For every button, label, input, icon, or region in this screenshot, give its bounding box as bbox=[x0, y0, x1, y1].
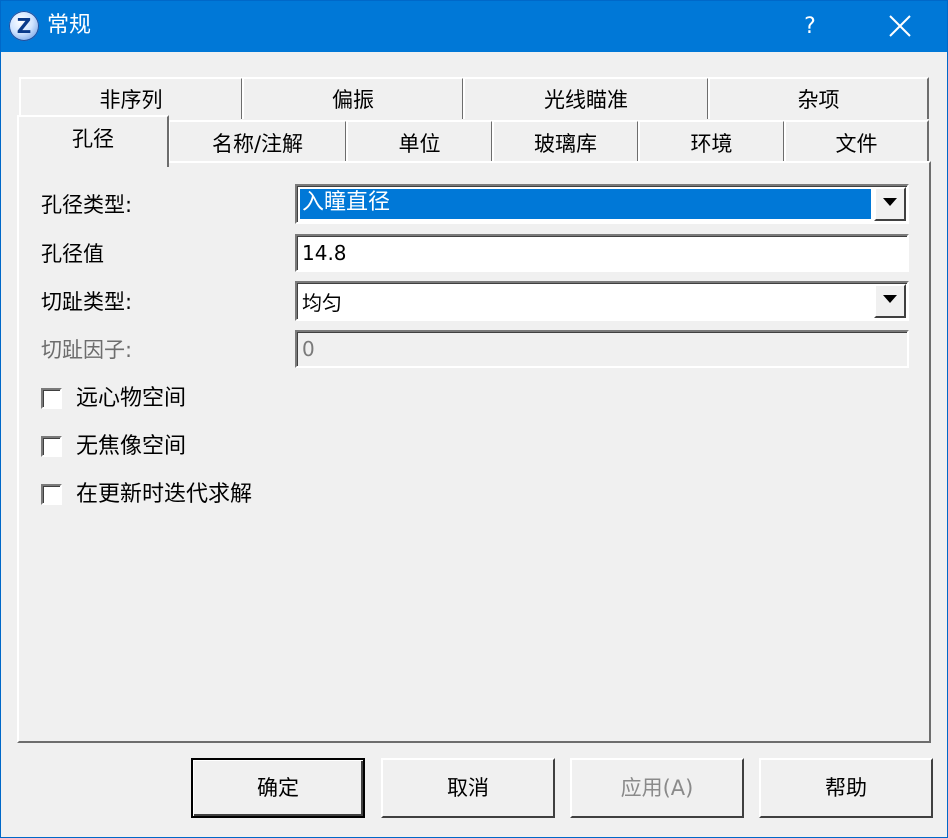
chevron-down-icon bbox=[883, 295, 897, 303]
apodization-factor-text: 0 bbox=[302, 337, 315, 361]
iterate-solves-checkbox[interactable] bbox=[41, 484, 62, 505]
apodization-type-select[interactable]: 均匀 bbox=[295, 281, 909, 321]
title-bar[interactable]: Z 常规 ? bbox=[1, 1, 947, 52]
help-question-button[interactable]: ? bbox=[787, 1, 833, 52]
apodization-type-label: 切趾类型: bbox=[41, 290, 133, 314]
aperture-type-select[interactable]: 入瞳直径 bbox=[295, 184, 909, 224]
tab-title-notes[interactable]: 名称/注解 bbox=[168, 120, 347, 162]
tab-miscellaneous[interactable]: 杂项 bbox=[708, 77, 929, 119]
telecentric-object-space-checkbox[interactable] bbox=[41, 388, 62, 409]
ok-button[interactable]: 确定 bbox=[191, 758, 365, 818]
tab-units[interactable]: 单位 bbox=[346, 120, 493, 162]
aperture-value-label: 孔径值 bbox=[41, 242, 104, 266]
tab-environment[interactable]: 环境 bbox=[638, 120, 785, 162]
apodization-type-dropdown-button[interactable] bbox=[874, 284, 906, 318]
tab-non-sequential[interactable]: 非序列 bbox=[19, 77, 243, 119]
tab-aperture[interactable]: 孔径 bbox=[17, 115, 169, 167]
aperture-value-input[interactable]: 14.8 bbox=[295, 234, 909, 272]
telecentric-object-space-label: 远心物空间 bbox=[76, 386, 187, 411]
afocal-image-space-label: 无焦像空间 bbox=[76, 434, 187, 459]
help-button[interactable]: 帮助 bbox=[759, 758, 933, 818]
apodization-factor-label: 切趾因子: bbox=[41, 338, 133, 362]
tab-polarization[interactable]: 偏振 bbox=[242, 77, 464, 119]
iterate-solves-label: 在更新时迭代求解 bbox=[76, 482, 253, 507]
chevron-down-icon bbox=[883, 198, 897, 206]
tab-ray-aiming[interactable]: 光线瞄准 bbox=[463, 77, 709, 119]
aperture-type-label: 孔径类型: bbox=[41, 193, 133, 217]
window-title: 常规 bbox=[47, 13, 92, 38]
tab-glass-catalogs[interactable]: 玻璃库 bbox=[492, 120, 639, 162]
aperture-value-text: 14.8 bbox=[302, 241, 347, 265]
apodization-factor-input: 0 bbox=[295, 330, 909, 368]
afocal-image-space-checkbox[interactable] bbox=[41, 436, 62, 457]
cancel-button[interactable]: 取消 bbox=[381, 758, 555, 818]
close-button[interactable] bbox=[875, 1, 925, 52]
apply-button: 应用(A) bbox=[570, 758, 744, 818]
zemax-app-icon: Z bbox=[9, 11, 39, 41]
close-icon bbox=[889, 15, 911, 37]
dialog-window: Z 常规 ? 非序列 偏振 光线瞄准 杂项 孔径 名称/注解 单位 玻璃库 环境… bbox=[0, 0, 948, 838]
tab-files[interactable]: 文件 bbox=[784, 120, 929, 162]
apodization-type-value: 均匀 bbox=[302, 290, 342, 315]
aperture-type-dropdown-button[interactable] bbox=[874, 187, 906, 221]
aperture-type-value: 入瞳直径 bbox=[300, 189, 871, 219]
